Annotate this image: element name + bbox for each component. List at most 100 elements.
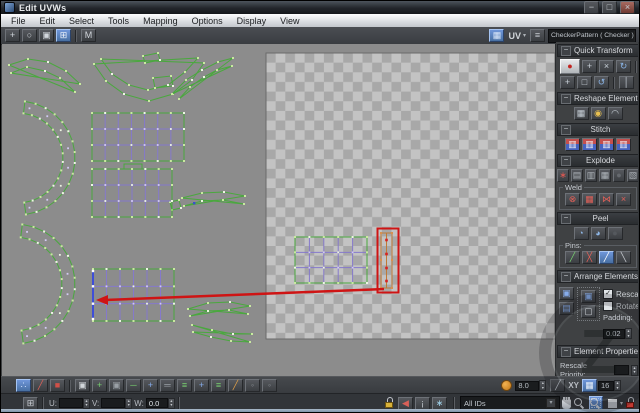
show-map-toggle[interactable]: ▦	[489, 29, 504, 42]
uv-space-button[interactable]: UV	[508, 31, 521, 41]
stitch-to-average-button[interactable]: ▥	[599, 138, 614, 151]
paint-select-shrink[interactable]: ◦	[262, 379, 277, 392]
paint-soft-selection-brush[interactable]: ╱	[550, 379, 565, 392]
rollout-header-reshape[interactable]: − Reshape Elements	[557, 92, 639, 105]
rearrange-selected-button[interactable]: ▣	[581, 290, 596, 303]
rollout-header-arrange[interactable]: − Arrange Elements	[557, 270, 639, 283]
rollout-header-explode[interactable]: − Explode	[557, 154, 639, 167]
rollout-header-stitch[interactable]: − Stitch	[557, 123, 639, 136]
vertex-mode-button[interactable]: ∴	[16, 379, 31, 392]
rotate-checkbox[interactable]: Rotate	[603, 301, 640, 311]
padding-spinner[interactable]: ▴▾	[625, 328, 632, 339]
minimize-button[interactable]: −	[584, 1, 599, 14]
show-pins-toggle[interactable]: ╱	[599, 251, 614, 264]
reset-peel-button[interactable]: ●	[608, 227, 623, 240]
edge-ring-button[interactable]: ═	[160, 379, 175, 392]
collapse-icon[interactable]: −	[561, 214, 571, 224]
edge-distance-toggle[interactable]: ▦	[582, 379, 597, 392]
weld-all-button[interactable]: ⋈	[599, 193, 614, 206]
edge-mode-button[interactable]: ╱	[33, 379, 48, 392]
unpin-tool-button[interactable]: ╳	[582, 251, 597, 264]
v-spinner[interactable]: ▴▾	[125, 398, 132, 409]
align-pivot-button[interactable]: ●	[560, 59, 580, 74]
u-spinner[interactable]: ▴▾	[83, 398, 90, 409]
stitch-to-target-button[interactable]: ▥	[582, 138, 597, 151]
zoom-region-icon[interactable]	[589, 396, 603, 410]
freeze-display-toggle[interactable]: ∗	[432, 397, 447, 410]
menu-file[interactable]: File	[4, 15, 33, 27]
rescale-priority-spinner[interactable]: ▴▾	[631, 365, 638, 376]
paint-select-grow[interactable]: ◦	[245, 379, 260, 392]
chevron-down-icon[interactable]: ▾	[620, 400, 623, 407]
falloff-field[interactable]: 8.0	[515, 381, 539, 391]
scale-tool[interactable]: ▣	[39, 29, 54, 42]
target-weld-button[interactable]: ⊗	[565, 193, 580, 206]
move-horizontal-button[interactable]: +	[582, 60, 597, 73]
close-button[interactable]: ×	[620, 1, 635, 14]
u-field[interactable]	[59, 398, 83, 408]
material-id-filter-dropdown[interactable]: All IDs ▾	[460, 396, 560, 410]
texture-list-icon[interactable]: ≡	[530, 29, 545, 42]
collapse-icon[interactable]: −	[561, 125, 571, 135]
absolute-offset-toggle[interactable]: ⊞	[23, 397, 38, 410]
chevron-down-icon[interactable]: ▾	[523, 32, 526, 39]
menu-view[interactable]: View	[273, 15, 306, 27]
polygon-mode-button[interactable]: ■	[50, 379, 65, 392]
move-vertical-button[interactable]: +	[560, 76, 575, 89]
collapse-icon[interactable]: −	[561, 156, 571, 166]
w-field[interactable]: 0.0	[146, 398, 168, 408]
flatten-smoothing-groups-button[interactable]: ▥	[585, 169, 597, 182]
pin-tool-button[interactable]: ╱	[565, 251, 580, 264]
rescale-priority-field[interactable]	[614, 365, 629, 375]
explode-by-material-button[interactable]: ▧	[627, 169, 639, 182]
rollout-header-quick-transform[interactable]: − Quick Transform	[557, 44, 639, 57]
dropdown-arrow-icon[interactable]: ▾	[546, 398, 556, 408]
straighten-selection-button[interactable]: ▦	[574, 107, 589, 120]
collapse-icon[interactable]: −	[561, 46, 571, 56]
zoom-extents-icon[interactable]	[607, 398, 618, 409]
padding-field[interactable]: 0.02	[603, 329, 625, 339]
edge-distance-field[interactable]: 16	[598, 381, 614, 391]
menu-mapping[interactable]: Mapping	[136, 15, 185, 27]
align-x-button[interactable]: ×	[599, 60, 614, 73]
collapse-icon[interactable]: −	[561, 94, 571, 104]
rearrange-padding-button[interactable]: ▢	[581, 305, 596, 318]
lock-selection-icon[interactable]	[385, 397, 395, 409]
explode-by-smoothing-button[interactable]: ●	[613, 169, 625, 182]
menu-tools[interactable]: Tools	[101, 15, 136, 27]
w-spinner[interactable]: ▴▾	[168, 398, 175, 409]
move-tool[interactable]: +	[5, 29, 20, 42]
menu-edit[interactable]: Edit	[33, 15, 63, 27]
zoom-icon[interactable]	[574, 398, 585, 409]
flatten-polygon-angle-button[interactable]: ▤	[571, 169, 583, 182]
menu-select[interactable]: Select	[62, 15, 101, 27]
rollout-header-peel[interactable]: − Peel	[557, 212, 639, 225]
rotate-ccw-button[interactable]: ↺	[594, 76, 609, 89]
weld-by-edge-button[interactable]: ×	[616, 193, 631, 206]
menu-display[interactable]: Display	[230, 15, 274, 27]
align-vertical-button[interactable]: │	[619, 76, 634, 89]
mirror-tool[interactable]: M	[81, 29, 96, 42]
filter-pin-button[interactable]: ¡	[415, 397, 430, 410]
rescale-checkbox[interactable]: Rescale	[603, 289, 640, 299]
freeform-mode-tool[interactable]: ⊞	[56, 29, 71, 42]
edge-loop-button[interactable]: ─	[126, 379, 141, 392]
dropdown-arrow-icon[interactable]: ▾	[634, 31, 636, 41]
relax-until-flat-button[interactable]: ◉	[591, 107, 606, 120]
relax-tool-button[interactable]: ◠	[608, 107, 623, 120]
weld-selected-button[interactable]: ▦	[582, 193, 597, 206]
rollout-header-element-properties[interactable]: − Element Properties	[557, 345, 639, 358]
pin-open-edges-button[interactable]: ╲	[616, 251, 631, 264]
quick-peel-button[interactable]: ◔	[574, 227, 589, 240]
rotate-tool[interactable]: ○	[22, 29, 37, 42]
scale-element-button[interactable]: □	[577, 76, 592, 89]
flatten-mapping-seams-button[interactable]: ▦	[599, 169, 611, 182]
loop-shrink-button[interactable]: ≡	[211, 379, 226, 392]
flatten-by-angle-button[interactable]: ∗	[557, 169, 569, 182]
maximize-button[interactable]: □	[602, 1, 617, 14]
pack-together-button[interactable]: ▤	[559, 302, 574, 315]
falloff-space-button[interactable]: XY	[568, 381, 579, 390]
filter-selected-faces-button[interactable]: ◀	[398, 397, 413, 410]
pan-icon[interactable]	[562, 399, 571, 409]
falloff-spinner[interactable]: ▴▾	[539, 380, 546, 391]
